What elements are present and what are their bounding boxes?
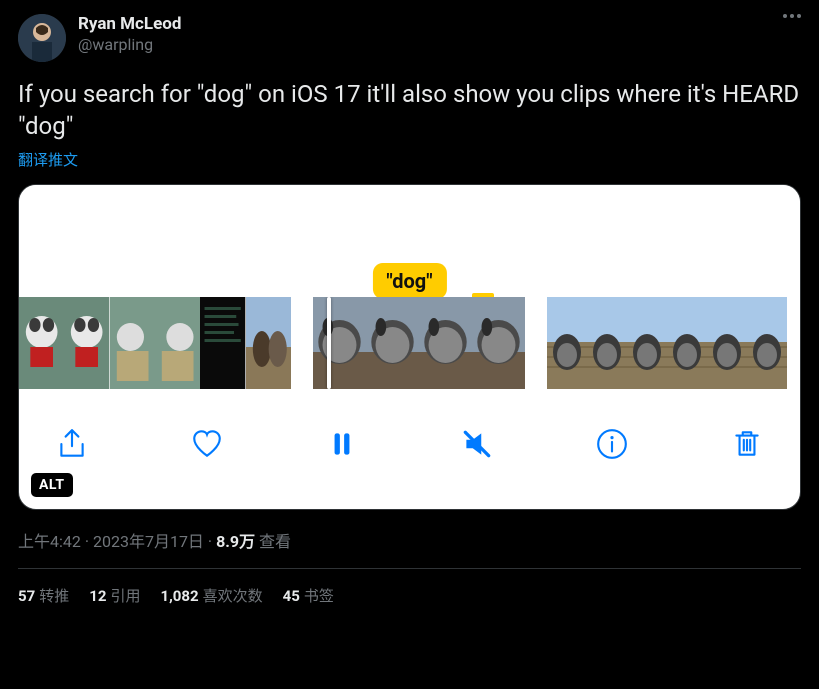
likes-stat[interactable]: 1,082喜欢次数 bbox=[160, 585, 262, 606]
thumbnail bbox=[419, 297, 472, 389]
tweet-container: Ryan McLeod @warpling If you search for … bbox=[0, 0, 819, 606]
views-label: 查看 bbox=[259, 532, 291, 551]
media-toolbar bbox=[19, 389, 800, 479]
video-filmstrip[interactable] bbox=[19, 297, 800, 389]
thumbnail bbox=[667, 297, 707, 389]
bookmarks-stat[interactable]: 45书签 bbox=[283, 585, 334, 606]
trash-icon bbox=[730, 427, 764, 461]
more-icon[interactable] bbox=[783, 14, 801, 18]
tweet-text: If you search for "dog" on iOS 17 it'll … bbox=[18, 78, 801, 143]
thumbnail bbox=[547, 297, 587, 389]
quotes-stat[interactable]: 12引用 bbox=[89, 585, 140, 606]
info-button[interactable] bbox=[589, 421, 635, 470]
clip-group-3[interactable] bbox=[547, 297, 787, 389]
thumbnail bbox=[587, 297, 627, 389]
thumbnail bbox=[155, 297, 200, 389]
avatar[interactable] bbox=[18, 14, 66, 62]
thumbnail bbox=[246, 297, 291, 389]
alt-badge[interactable]: ALT bbox=[31, 473, 73, 497]
divider bbox=[18, 568, 801, 569]
tweet-meta: 上午4:42 2023年7月17日 8.9万 查看 bbox=[18, 528, 801, 552]
trash-button[interactable] bbox=[724, 421, 770, 470]
thumbnail bbox=[64, 297, 109, 389]
playhead-line[interactable] bbox=[327, 297, 331, 389]
retweets-stat[interactable]: 57转推 bbox=[18, 585, 69, 606]
tweet-header: Ryan McLeod @warpling bbox=[18, 14, 801, 62]
display-name[interactable]: Ryan McLeod bbox=[78, 14, 181, 35]
share-icon bbox=[55, 427, 89, 461]
media-top-area: "dog" bbox=[19, 185, 800, 297]
speaker-muted-icon bbox=[460, 427, 494, 461]
heart-icon bbox=[190, 427, 224, 461]
thumbnail bbox=[110, 297, 155, 389]
clip-group-1[interactable] bbox=[19, 297, 291, 389]
tweet-date[interactable]: 2023年7月17日 bbox=[93, 532, 204, 551]
thumbnail bbox=[707, 297, 747, 389]
share-button[interactable] bbox=[49, 421, 95, 470]
thumbnail bbox=[200, 297, 245, 389]
like-button[interactable] bbox=[184, 421, 230, 470]
mute-button[interactable] bbox=[454, 421, 500, 470]
tweet-time[interactable]: 上午4:42 bbox=[18, 532, 81, 551]
thumbnail bbox=[19, 297, 64, 389]
handle[interactable]: @warpling bbox=[78, 35, 181, 55]
pause-icon bbox=[325, 427, 359, 461]
views-count[interactable]: 8.9万 bbox=[216, 532, 255, 551]
thumbnail bbox=[627, 297, 667, 389]
pause-button[interactable] bbox=[319, 421, 365, 470]
thumbnail bbox=[313, 297, 366, 389]
thumbnail bbox=[366, 297, 419, 389]
media-card[interactable]: "dog" bbox=[18, 184, 801, 510]
thumbnail bbox=[472, 297, 525, 389]
clip-group-2[interactable] bbox=[313, 297, 525, 389]
thumbnail bbox=[747, 297, 787, 389]
author-names: Ryan McLeod @warpling bbox=[78, 14, 181, 55]
search-term-tooltip: "dog" bbox=[372, 263, 446, 299]
info-icon bbox=[595, 427, 629, 461]
tweet-stats: 57转推 12引用 1,082喜欢次数 45书签 bbox=[18, 585, 801, 606]
translate-link[interactable]: 翻译推文 bbox=[18, 149, 801, 170]
